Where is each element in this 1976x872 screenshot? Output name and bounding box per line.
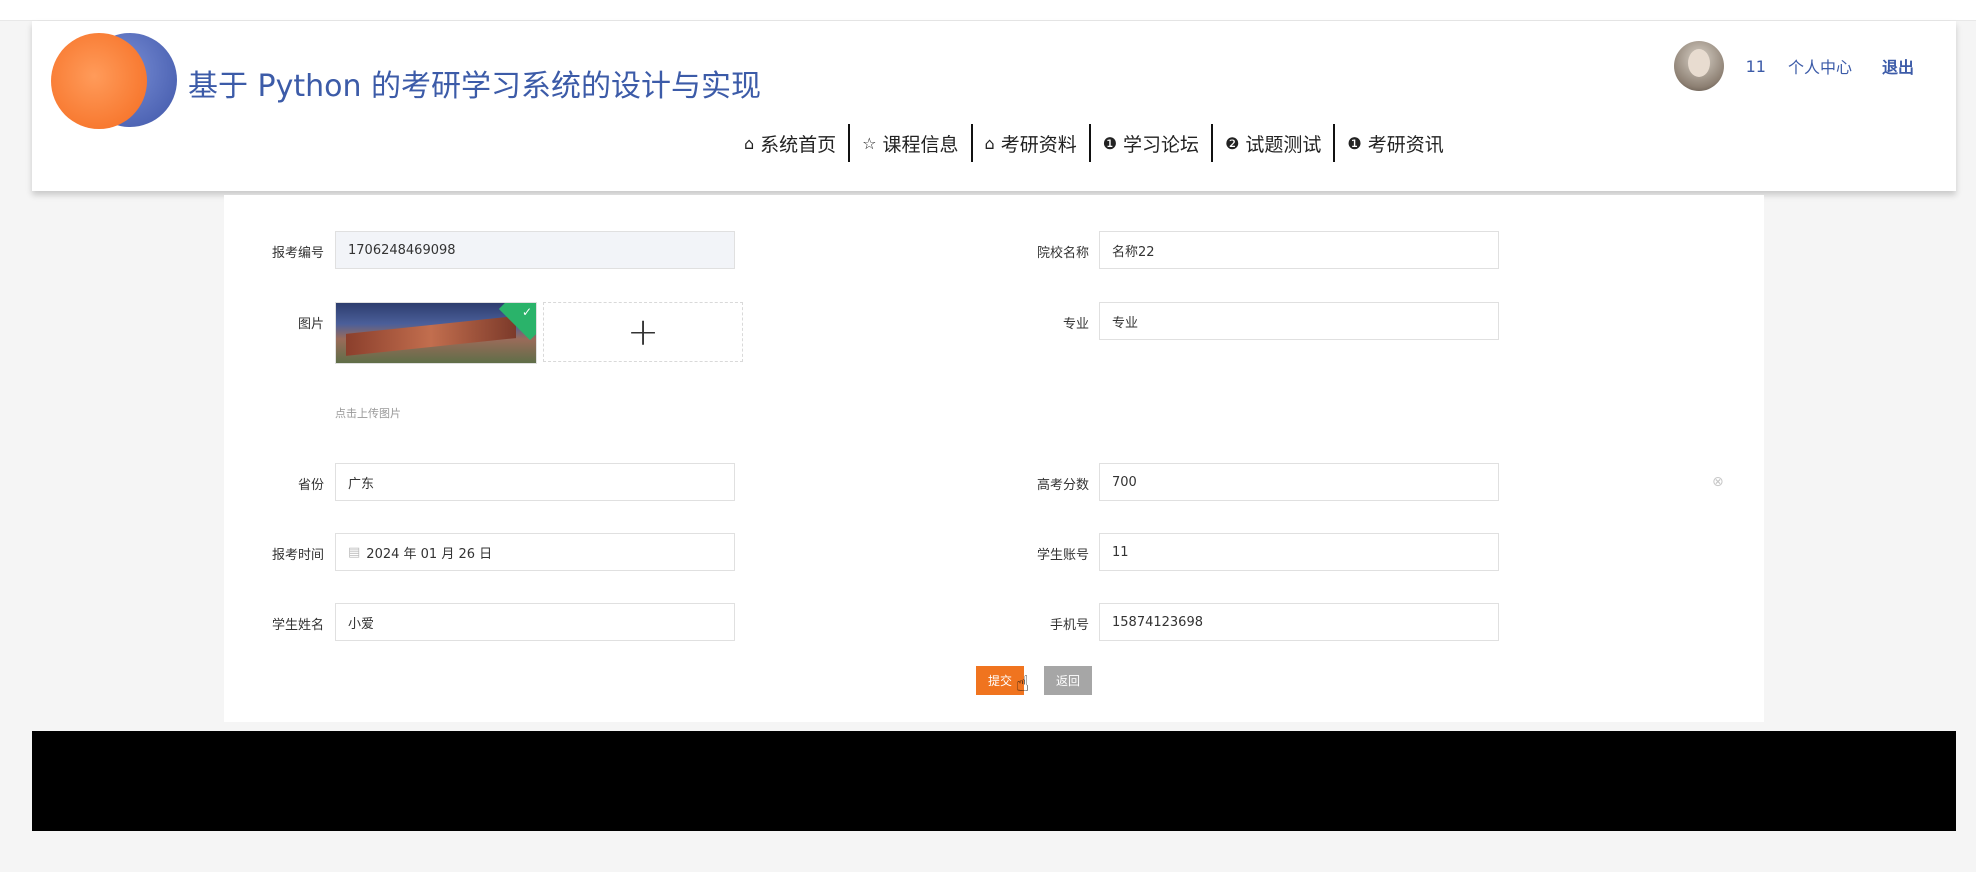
school-name-label: 院校名称 (1036, 246, 1089, 261)
exam-time-value: 2024 年 01 月 26 日 (366, 546, 493, 562)
province-input[interactable]: 广东 (335, 463, 735, 501)
nav-label: 考研资讯 (1367, 133, 1444, 156)
alert-icon: ❶ (1102, 133, 1118, 153)
top-strip (0, 0, 1976, 21)
image-upload-button[interactable]: + (543, 302, 743, 362)
phone-label: 手机号 (1049, 618, 1089, 633)
nav-item-courses[interactable]: ☆ 课程信息 (850, 124, 973, 162)
school-name-input[interactable]: 名称22 (1099, 231, 1499, 269)
nav-label: 课程信息 (882, 133, 959, 156)
thumbnail-building (346, 316, 516, 356)
back-button[interactable]: 返回 (1044, 666, 1092, 695)
upload-tip: 点击上传图片 (335, 407, 401, 420)
exam-time-input[interactable]: ▤ 2024 年 01 月 26 日 (335, 533, 735, 571)
exam-no-label: 报考编号 (271, 246, 324, 261)
nav-label: 考研资料 (1000, 133, 1077, 156)
nav-item-tests[interactable]: ❷ 试题测试 (1213, 124, 1336, 162)
student-account-label: 学生账号 (1036, 548, 1089, 563)
student-name-input[interactable]: 小爱 (335, 603, 735, 641)
gaokao-score-input[interactable]: 700 (1099, 463, 1499, 501)
hand-cursor-icon: ☝ (1016, 672, 1030, 697)
exam-time-label: 报考时间 (271, 548, 324, 563)
check-icon: ✓ (521, 305, 532, 319)
province-label: 省份 (297, 478, 324, 493)
logout-link[interactable]: 退出 (1882, 54, 1914, 78)
nav-label: 系统首页 (760, 133, 837, 156)
home-icon: ⌂ (744, 133, 755, 153)
nav-item-materials[interactable]: ⌂ 考研资料 (973, 124, 1091, 162)
nav-item-news[interactable]: ❶ 考研资讯 (1335, 124, 1455, 162)
nav-label: 试题测试 (1245, 133, 1322, 156)
clear-icon[interactable]: ⊗ (1712, 474, 1724, 490)
calendar-icon: ▤ (348, 544, 361, 560)
user-name[interactable]: 11 (1746, 57, 1766, 76)
major-input[interactable]: 专业 (1099, 302, 1499, 340)
star-icon: ☆ (862, 133, 877, 153)
gaokao-score-label: 高考分数 (1036, 478, 1089, 493)
user-avatar[interactable] (1673, 41, 1724, 91)
phone-input[interactable]: 15874123698 (1099, 603, 1499, 641)
exam-no-input[interactable]: 1706248469098 (335, 231, 735, 269)
main-nav: ⌂ 系统首页 ☆ 课程信息 ⌂ 考研资料 ❶ 学习论坛 ❷ 试题测试 ❶ 考研资… (732, 123, 1456, 163)
nav-item-home[interactable]: ⌂ 系统首页 (732, 124, 851, 162)
nav-item-forum[interactable]: ❶ 学习论坛 (1091, 124, 1214, 162)
info-icon: ❶ (1347, 133, 1362, 153)
student-name-label: 学生姓名 (271, 618, 324, 633)
uploaded-image-thumbnail[interactable]: ✓ (335, 302, 537, 364)
site-title: 基于 Python 的考研学习系统的设计与实现 (188, 69, 762, 104)
edit-form: 报考编号 1706248469098 院校名称 名称22 图片 ✓ + 专业 专… (224, 195, 1764, 722)
user-center-link[interactable]: 个人中心 (1788, 54, 1852, 78)
site-header: 基于 Python 的考研学习系统的设计与实现 11 个人中心 退出 ⌂ 系统首… (32, 21, 1956, 191)
image-label: 图片 (297, 317, 324, 332)
major-label: 专业 (1062, 317, 1089, 332)
question-icon: ❷ (1225, 133, 1240, 153)
footer-bar (32, 731, 1956, 831)
logo-orange-circle (51, 33, 147, 129)
nav-label: 学习论坛 (1123, 133, 1200, 156)
logo (51, 33, 177, 133)
user-area: 11 个人中心 退出 (1673, 39, 1914, 93)
bag-icon: ⌂ (984, 133, 995, 153)
student-account-input[interactable]: 11 (1099, 533, 1499, 571)
